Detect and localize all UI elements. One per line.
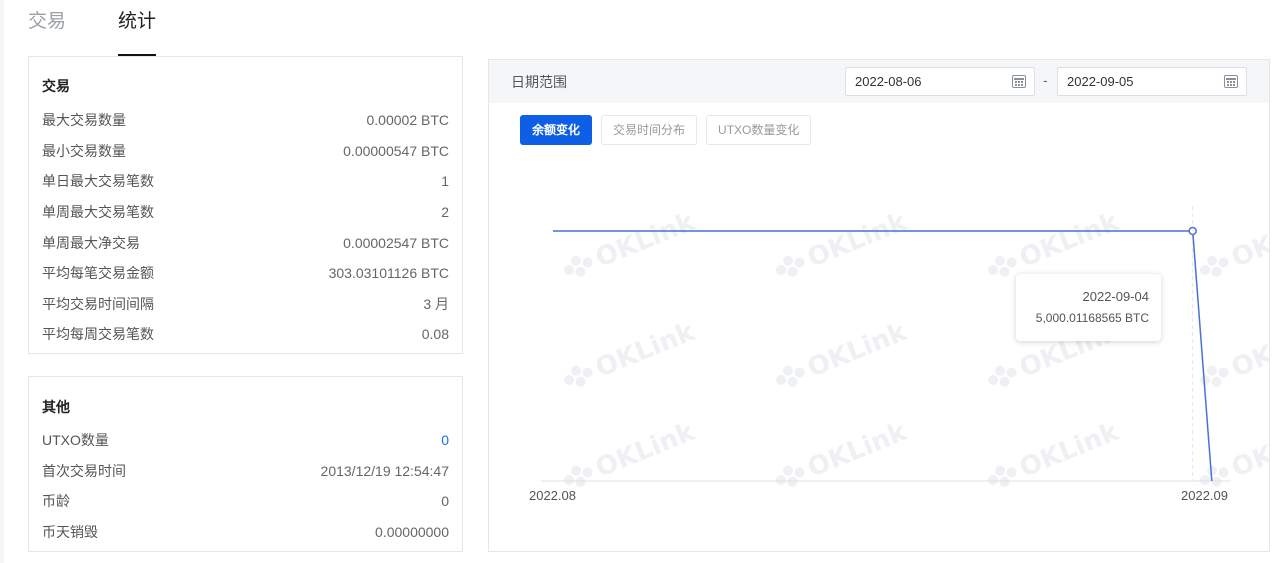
stat-label: 首次交易时间 [42, 462, 126, 479]
watermark-text: OKLink [1016, 417, 1124, 484]
chart-panel: 日期范围 2022-08-06 - 2022-09-05 余额变化 交易时间分布… [488, 59, 1270, 552]
watermark-logo: OKLink [1200, 417, 1269, 487]
stat-row: 最大交易数量 0.00002 BTC [42, 105, 449, 136]
watermark-text: OKLink [592, 417, 700, 484]
other-stats-title: 其他 [42, 399, 70, 415]
stat-label: UTXO数量 [42, 432, 109, 449]
watermark-text: OKLink [1016, 207, 1124, 274]
stat-row: 首次交易时间 2013/12/19 12:54:47 [42, 456, 449, 487]
stat-label: 单周最大净交易 [42, 234, 140, 251]
stat-value: 303.03101126 BTC [328, 265, 449, 282]
stat-row: UTXO数量 0 [42, 425, 449, 456]
watermark-text: OKLink [804, 417, 912, 484]
stat-value: 2 [441, 204, 449, 221]
left-edge-strip [0, 0, 4, 563]
stat-row: 平均每笔交易金额 303.03101126 BTC [42, 258, 449, 289]
watermark-text: OKLink [592, 207, 700, 274]
stat-label: 单日最大交易笔数 [42, 173, 154, 190]
watermark-logo: OKLink [776, 207, 912, 277]
watermark-logo: OKLink [1200, 207, 1269, 277]
stat-row: 平均每周交易笔数 0.08 [42, 319, 449, 350]
stat-row: 币天销毁 0.00000000 [42, 517, 449, 548]
stat-value: 0.00002547 BTC [343, 234, 449, 251]
tab-statistics[interactable]: 统计 [118, 0, 157, 56]
highlight-point[interactable] [1188, 226, 1197, 236]
watermark-logo: OKLink [776, 317, 912, 387]
x-tick-label: 2022.09 [1181, 488, 1228, 503]
other-stats-card: 其他 UTXO数量 0 首次交易时间 2013/12/19 12:54:47 币龄 0… [28, 376, 463, 552]
watermark-text: OKLink [1228, 317, 1269, 384]
tab-bar: 交易 统计 [28, 0, 208, 56]
stat-row: 币龄 0 [42, 486, 449, 517]
watermark-logo: OKLink [776, 417, 912, 487]
stat-label: 最小交易数量 [42, 142, 126, 159]
stat-row: 最小交易数量 0.00000547 BTC [42, 136, 449, 167]
stat-row: 单周最大净交易 0.00002547 BTC [42, 227, 449, 258]
stat-value: 2013/12/19 12:54:47 [320, 462, 449, 479]
stat-value: 0 [441, 493, 449, 510]
stat-label: 单周最大交易笔数 [42, 204, 154, 221]
watermark-logo: OKLink [988, 417, 1124, 487]
utxo-count-link[interactable]: 0 [441, 432, 449, 448]
stat-value: 3 月 [423, 295, 449, 312]
watermark-text: OKLink [1228, 417, 1269, 484]
stat-label: 平均每笔交易金额 [42, 265, 154, 282]
x-tick-label: 2022.08 [529, 488, 576, 503]
watermark-text: OKLink [804, 207, 912, 274]
stat-label: 最大交易数量 [42, 112, 126, 129]
watermark-text: OKLink [1228, 207, 1269, 274]
stat-value: 0.00000000 [375, 524, 449, 541]
tooltip-date: 2022-09-04 [1082, 289, 1150, 304]
trade-stats-list: 最大交易数量 0.00002 BTC 最小交易数量 0.00000547 BTC 单… [42, 105, 449, 350]
watermark-logo: OKLink [1200, 317, 1269, 387]
trade-stats-card: 交易 最大交易数量 0.00002 BTC 最小交易数量 0.00000547 BT… [28, 56, 463, 354]
tooltip-value: 5,000.01168565 BTC [1035, 311, 1149, 325]
watermark-layer: OKLink OKLink OKLink OKLink OKLink OKLink OKLi… [564, 207, 1269, 487]
stat-value: 0.08 [421, 326, 449, 343]
tab-transactions[interactable]: 交易 [28, 0, 66, 56]
stat-value: 1 [441, 173, 449, 190]
watermark-logo: OKLink [564, 317, 700, 387]
stat-label: 币龄 [42, 493, 70, 510]
stat-row: 单日最大交易笔数 1 [42, 166, 449, 197]
other-stats-list: UTXO数量 0 首次交易时间 2013/12/19 12:54:47 币龄 0 币天… [42, 425, 449, 547]
stat-label: 平均交易时间间隔 [42, 295, 154, 312]
stat-label: 平均每周交易笔数 [42, 326, 154, 343]
stat-value: 0.00002 BTC [366, 112, 450, 129]
trade-stats-title: 交易 [42, 78, 70, 94]
watermark-logo: OKLink [564, 207, 700, 277]
stat-row: 单周最大交易笔数 2 [42, 197, 449, 228]
watermark-text: OKLink [592, 317, 700, 384]
watermark-text: OKLink [804, 317, 912, 384]
watermark-logo: OKLink [564, 417, 700, 487]
stat-label: 币天销毁 [42, 524, 98, 541]
stat-value: 0.00000547 BTC [343, 142, 449, 159]
chart-tooltip: 2022-09-04 5,000.01168565 BTC [1016, 274, 1161, 341]
stat-row: 平均交易时间间隔 3 月 [42, 289, 449, 320]
